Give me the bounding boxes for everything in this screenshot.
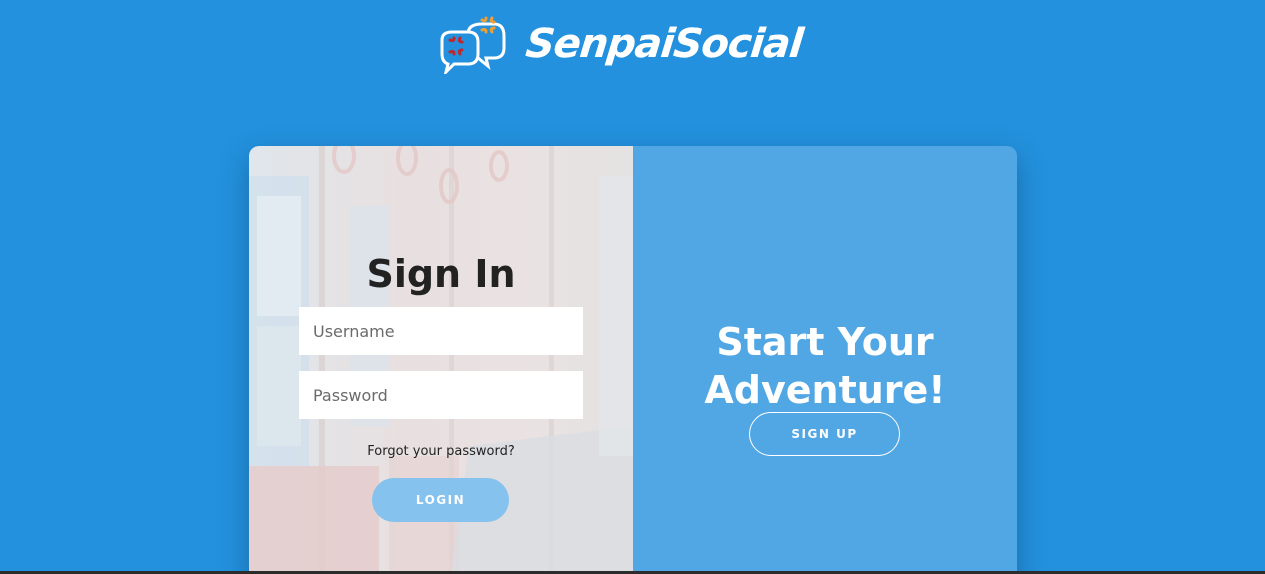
password-input[interactable] — [299, 371, 583, 419]
brand-logo[interactable]: SenpaiSocial — [438, 14, 805, 74]
signin-panel: Sign In Forgot your password? LOGIN — [249, 146, 633, 574]
auth-card: Sign In Forgot your password? LOGIN Star… — [249, 146, 1017, 574]
signup-headline: Start Your Adventure! — [633, 318, 1017, 414]
login-button[interactable]: LOGIN — [372, 478, 509, 522]
forgot-password-link[interactable]: Forgot your password? — [249, 444, 633, 459]
signup-headline-text: Start Your Adventure! — [704, 320, 946, 412]
anger-speech-bubbles-icon — [440, 16, 506, 74]
signin-title: Sign In — [366, 252, 516, 296]
signup-button[interactable]: SIGN UP — [749, 412, 900, 456]
username-input[interactable] — [299, 307, 583, 355]
signup-panel: Start Your Adventure! SIGN UP — [633, 146, 1017, 574]
header: SenpaiSocial — [0, 0, 1265, 90]
brand-name: SenpaiSocial — [523, 21, 805, 67]
